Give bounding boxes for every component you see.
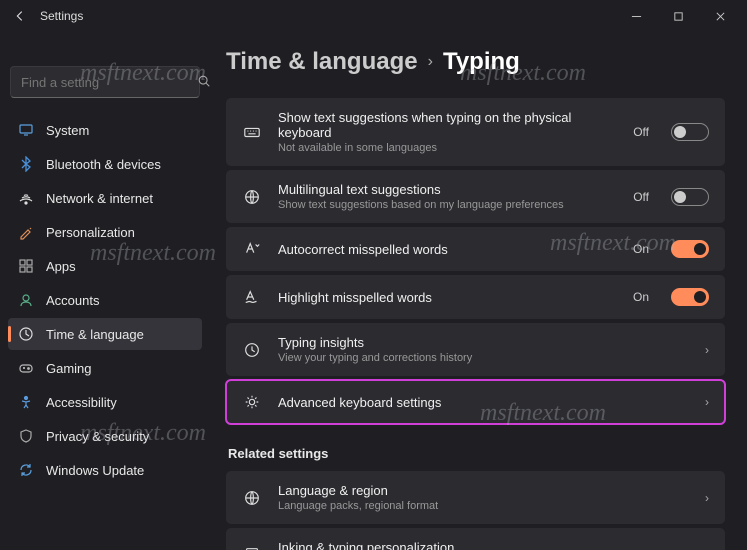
maximize-button[interactable]	[657, 0, 699, 32]
chevron-right-icon: ›	[428, 53, 433, 71]
card-title: Typing insights	[278, 335, 689, 350]
card-inking-typing[interactable]: Inking & typing personalizationPersonal …	[226, 528, 725, 550]
time-language-icon	[18, 326, 34, 342]
network-icon	[18, 190, 34, 206]
section-header-related: Related settings	[228, 446, 725, 461]
insights-icon	[242, 340, 262, 360]
sidebar-item-privacy[interactable]: Privacy & security	[8, 420, 202, 452]
card-autocorrect[interactable]: Autocorrect misspelled words On	[226, 227, 725, 271]
sidebar-item-system[interactable]: System	[8, 114, 202, 146]
toggle-state: On	[633, 242, 649, 256]
chevron-right-icon: ›	[705, 343, 709, 357]
sidebar-item-label: Accounts	[46, 293, 99, 308]
card-title: Highlight misspelled words	[278, 290, 617, 305]
sidebar-item-label: Apps	[46, 259, 76, 274]
card-language-region[interactable]: Language & region Language packs, regiona…	[226, 471, 725, 524]
toggle-switch[interactable]	[671, 123, 709, 141]
card-multilingual[interactable]: Multilingual text suggestions Show text s…	[226, 170, 725, 223]
search-field[interactable]	[21, 75, 197, 90]
toggle-switch[interactable]	[671, 288, 709, 306]
breadcrumb-parent[interactable]: Time & language	[226, 48, 418, 76]
close-button[interactable]	[699, 0, 741, 32]
card-sub: Show text suggestions based on my langua…	[278, 199, 617, 211]
globe-icon	[242, 187, 262, 207]
sidebar-item-label: System	[46, 123, 89, 138]
accounts-icon	[18, 292, 34, 308]
inking-icon	[242, 545, 262, 550]
bluetooth-icon	[18, 156, 34, 172]
main-content: Time & language › Typing Show text sugge…	[210, 32, 747, 550]
sidebar-item-accounts[interactable]: Accounts	[8, 284, 202, 316]
sidebar: System Bluetooth & devices Network & int…	[0, 32, 210, 550]
system-icon	[18, 122, 34, 138]
apps-icon	[18, 258, 34, 274]
toggle-state: Off	[633, 125, 649, 139]
accessibility-icon	[18, 394, 34, 410]
card-text-suggestions[interactable]: Show text suggestions when typing on the…	[226, 98, 725, 166]
sidebar-item-bluetooth[interactable]: Bluetooth & devices	[8, 148, 202, 180]
card-sub: View your typing and corrections history	[278, 352, 689, 364]
card-highlight-misspelled[interactable]: Highlight misspelled words On	[226, 275, 725, 319]
chevron-right-icon: ›	[705, 491, 709, 505]
card-typing-insights[interactable]: Typing insights View your typing and corr…	[226, 323, 725, 376]
card-title: Show text suggestions when typing on the…	[278, 110, 617, 140]
sidebar-item-network[interactable]: Network & internet	[8, 182, 202, 214]
toggle-switch[interactable]	[671, 240, 709, 258]
card-title: Advanced keyboard settings	[278, 395, 689, 410]
privacy-icon	[18, 428, 34, 444]
card-advanced-keyboard[interactable]: Advanced keyboard settings ›	[226, 380, 725, 424]
sidebar-item-label: Time & language	[46, 327, 144, 342]
sidebar-item-windows-update[interactable]: Windows Update	[8, 454, 202, 486]
sidebar-item-label: Privacy & security	[46, 429, 149, 444]
card-title: Language & region	[278, 483, 689, 498]
update-icon	[18, 462, 34, 478]
toggle-switch[interactable]	[671, 188, 709, 206]
gear-icon	[242, 392, 262, 412]
minimize-button[interactable]	[615, 0, 657, 32]
toggle-state: On	[633, 290, 649, 304]
card-title: Multilingual text suggestions	[278, 182, 617, 197]
sidebar-item-label: Windows Update	[46, 463, 144, 478]
sidebar-item-label: Network & internet	[46, 191, 153, 206]
breadcrumb-current: Typing	[443, 48, 520, 76]
sidebar-item-apps[interactable]: Apps	[8, 250, 202, 282]
search-input[interactable]	[10, 66, 200, 98]
sidebar-item-gaming[interactable]: Gaming	[8, 352, 202, 384]
titlebar: Settings	[0, 0, 747, 32]
sidebar-item-label: Bluetooth & devices	[46, 157, 161, 172]
card-sub: Language packs, regional format	[278, 500, 689, 512]
sidebar-item-personalization[interactable]: Personalization	[8, 216, 202, 248]
card-title: Autocorrect misspelled words	[278, 242, 617, 257]
search-icon	[197, 74, 211, 91]
language-icon	[242, 488, 262, 508]
breadcrumb: Time & language › Typing	[226, 48, 725, 76]
sidebar-item-label: Gaming	[46, 361, 92, 376]
sidebar-item-accessibility[interactable]: Accessibility	[8, 386, 202, 418]
keyboard-icon	[242, 122, 262, 142]
card-sub: Not available in some languages	[278, 142, 617, 154]
card-title: Inking & typing personalization	[278, 540, 689, 550]
sidebar-item-label: Personalization	[46, 225, 135, 240]
toggle-state: Off	[633, 190, 649, 204]
back-button[interactable]	[6, 9, 34, 23]
sidebar-item-time-language[interactable]: Time & language	[8, 318, 202, 350]
highlight-icon	[242, 287, 262, 307]
window-title: Settings	[40, 9, 83, 23]
chevron-right-icon: ›	[705, 395, 709, 409]
autocorrect-icon	[242, 239, 262, 259]
sidebar-item-label: Accessibility	[46, 395, 117, 410]
personalization-icon	[18, 224, 34, 240]
gaming-icon	[18, 360, 34, 376]
